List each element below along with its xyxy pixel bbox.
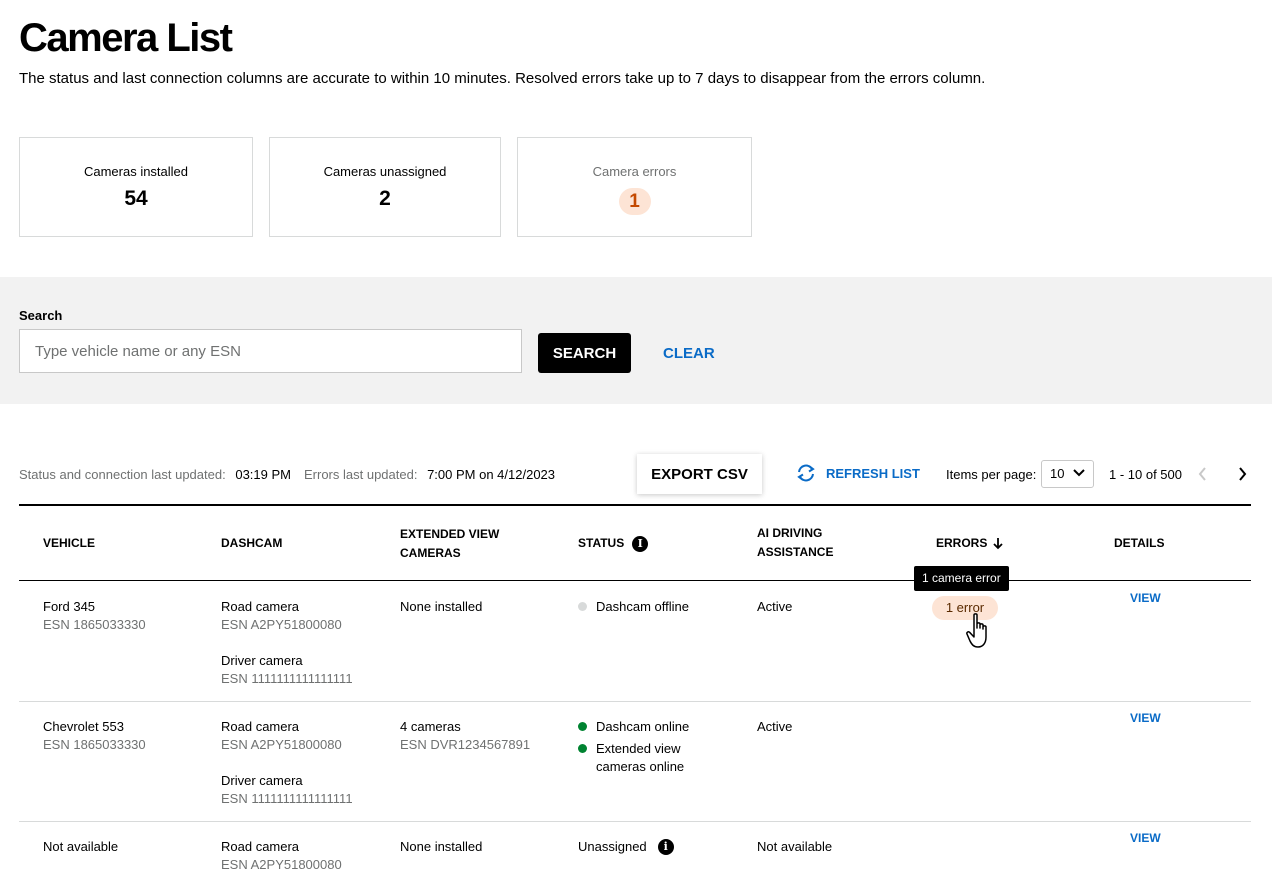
items-per-page-select[interactable]: 10: [1041, 460, 1094, 488]
road-camera-label: Road camera: [221, 599, 300, 614]
dashcam-cell: Road camera ESN A2PY51800080: [221, 838, 342, 874]
items-per-page-value: 10: [1050, 466, 1065, 481]
stat-label: Cameras unassigned: [323, 164, 447, 179]
refresh-icon: [797, 464, 815, 482]
road-camera-esn: ESN A2PY51800080: [221, 617, 342, 632]
stat-label: Cameras installed: [83, 164, 189, 179]
road-camera-esn: ESN A2PY51800080: [221, 737, 342, 752]
extended-view-cell: None installed: [400, 599, 483, 614]
stat-value-wrap: 1: [518, 187, 751, 215]
items-per-page-label: Items per page:: [946, 467, 1037, 482]
status-cell: Unassigned i: [578, 838, 674, 856]
status-text: Unassigned: [578, 839, 647, 854]
vehicle-name: Ford 345: [43, 599, 96, 614]
road-camera-label: Road camera: [221, 839, 300, 854]
driver-camera-esn: ESN 1111111111111111: [221, 671, 353, 686]
extended-view-cell: 4 cameras ESN DVR1234567891: [400, 718, 530, 754]
driver-camera-esn: ESN 1111111111111111: [221, 791, 353, 806]
online-status-dot: [578, 744, 587, 753]
page-description: The status and last connection columns a…: [19, 70, 986, 87]
status-text: Extended view: [596, 741, 681, 756]
view-details-link[interactable]: VIEW: [1130, 831, 1161, 845]
view-details-link[interactable]: VIEW: [1130, 711, 1161, 725]
column-header-ai-driving: AI DRIVING ASSISTANCE: [757, 524, 833, 562]
cameras-unassigned-card: Cameras unassigned 2: [269, 137, 501, 237]
ai-driving-cell: Active: [757, 719, 793, 734]
status-cell: Dashcam online Extended view cameras onl…: [578, 718, 689, 776]
export-csv-button[interactable]: EXPORT CSV: [637, 454, 762, 494]
offline-status-dot: [578, 602, 587, 611]
row-divider: [19, 821, 1251, 822]
sort-down-arrow-icon: [993, 537, 1003, 549]
header-line: ASSISTANCE: [757, 545, 834, 559]
header-line: CAMERAS: [400, 546, 461, 560]
hand-pointer-cursor-icon: [966, 613, 987, 648]
view-details-link[interactable]: VIEW: [1130, 591, 1161, 605]
camera-errors-card[interactable]: Camera errors 1: [517, 137, 752, 237]
header-line: AI DRIVING: [757, 526, 823, 540]
errors-updated-label: Errors last updated:: [304, 467, 418, 482]
extended-esn: ESN DVR1234567891: [400, 737, 531, 752]
vehicle-cell: Ford 345 ESN 1865033330: [43, 598, 146, 634]
row-divider: [19, 701, 1251, 702]
search-button[interactable]: SEARCH: [538, 333, 631, 373]
dashcam-cell: Road camera ESN A2PY51800080 Driver came…: [221, 598, 353, 688]
extended-view-cell: None installed: [400, 839, 483, 854]
vehicle-cell: Chevrolet 553 ESN 1865033330: [43, 718, 146, 754]
info-icon[interactable]: i: [657, 839, 674, 855]
ai-driving-cell: Not available: [757, 839, 833, 854]
column-header-vehicle: VEHICLE: [43, 536, 96, 550]
stat-value: 2: [379, 187, 391, 210]
refresh-list-label: REFRESH LIST: [826, 465, 920, 481]
search-label: Search: [19, 308, 63, 323]
errors-last-updated: Errors last updated: 7:00 PM on 4/12/202…: [304, 467, 555, 482]
status-text: Dashcam offline: [596, 599, 689, 614]
header-label: ERRORS: [936, 536, 988, 550]
refresh-list-button[interactable]: REFRESH LIST: [795, 463, 920, 483]
driver-camera-label: Driver camera: [221, 773, 303, 788]
online-status-dot: [578, 722, 587, 731]
status-last-updated: Status and connection last updated: 03:1…: [19, 467, 291, 482]
cameras-installed-card: Cameras installed 54: [19, 137, 253, 237]
ai-driving-cell: Active: [757, 599, 793, 614]
road-camera-esn: ESN A2PY51800080: [221, 857, 342, 872]
header-label: STATUS: [578, 536, 625, 550]
clear-button[interactable]: CLEAR: [663, 345, 715, 362]
table-header-border: [19, 580, 1251, 581]
info-icon[interactable]: i: [632, 535, 649, 552]
vehicle-cell: Not available: [43, 839, 119, 854]
column-header-details: DETAILS: [1114, 536, 1165, 550]
column-header-errors[interactable]: ERRORS: [936, 534, 1003, 553]
vehicle-name: Chevrolet 553: [43, 719, 124, 734]
status-cell: Dashcam offline: [578, 598, 689, 616]
dashcam-cell: Road camera ESN A2PY51800080 Driver came…: [221, 718, 353, 808]
error-tooltip: 1 camera error: [914, 566, 1009, 591]
error-count-badge: 1: [618, 188, 651, 215]
road-camera-label: Road camera: [221, 719, 300, 734]
column-header-extended-view: EXTENDED VIEW CAMERAS: [400, 525, 499, 563]
page-title: Camera List: [19, 16, 233, 60]
pagination-range: 1 - 10 of 500: [1109, 467, 1182, 482]
stat-value: 54: [124, 187, 148, 210]
stat-label: Camera errors: [592, 164, 677, 179]
extended-count: 4 cameras: [400, 719, 461, 734]
status-text: cameras online: [596, 759, 685, 774]
status-updated-value: 03:19 PM: [235, 467, 291, 482]
chevron-left-icon[interactable]: [1198, 467, 1207, 481]
status-text: Dashcam online: [596, 719, 690, 734]
status-updated-label: Status and connection last updated:: [19, 467, 226, 482]
driver-camera-label: Driver camera: [221, 653, 303, 668]
table-top-border: [19, 504, 1251, 506]
column-header-status: STATUS i: [578, 534, 649, 553]
vehicle-esn: ESN 1865033330: [43, 617, 146, 632]
column-header-dashcam: DASHCAM: [221, 536, 283, 550]
errors-updated-value: 7:00 PM on 4/12/2023: [427, 467, 556, 482]
chevron-right-icon[interactable]: [1238, 467, 1247, 481]
search-panel: Search SEARCH CLEAR: [0, 277, 1272, 404]
vehicle-esn: ESN 1865033330: [43, 737, 146, 752]
chevron-down-icon: [1073, 469, 1085, 477]
search-input[interactable]: [19, 329, 522, 373]
header-line: EXTENDED VIEW: [400, 527, 500, 541]
